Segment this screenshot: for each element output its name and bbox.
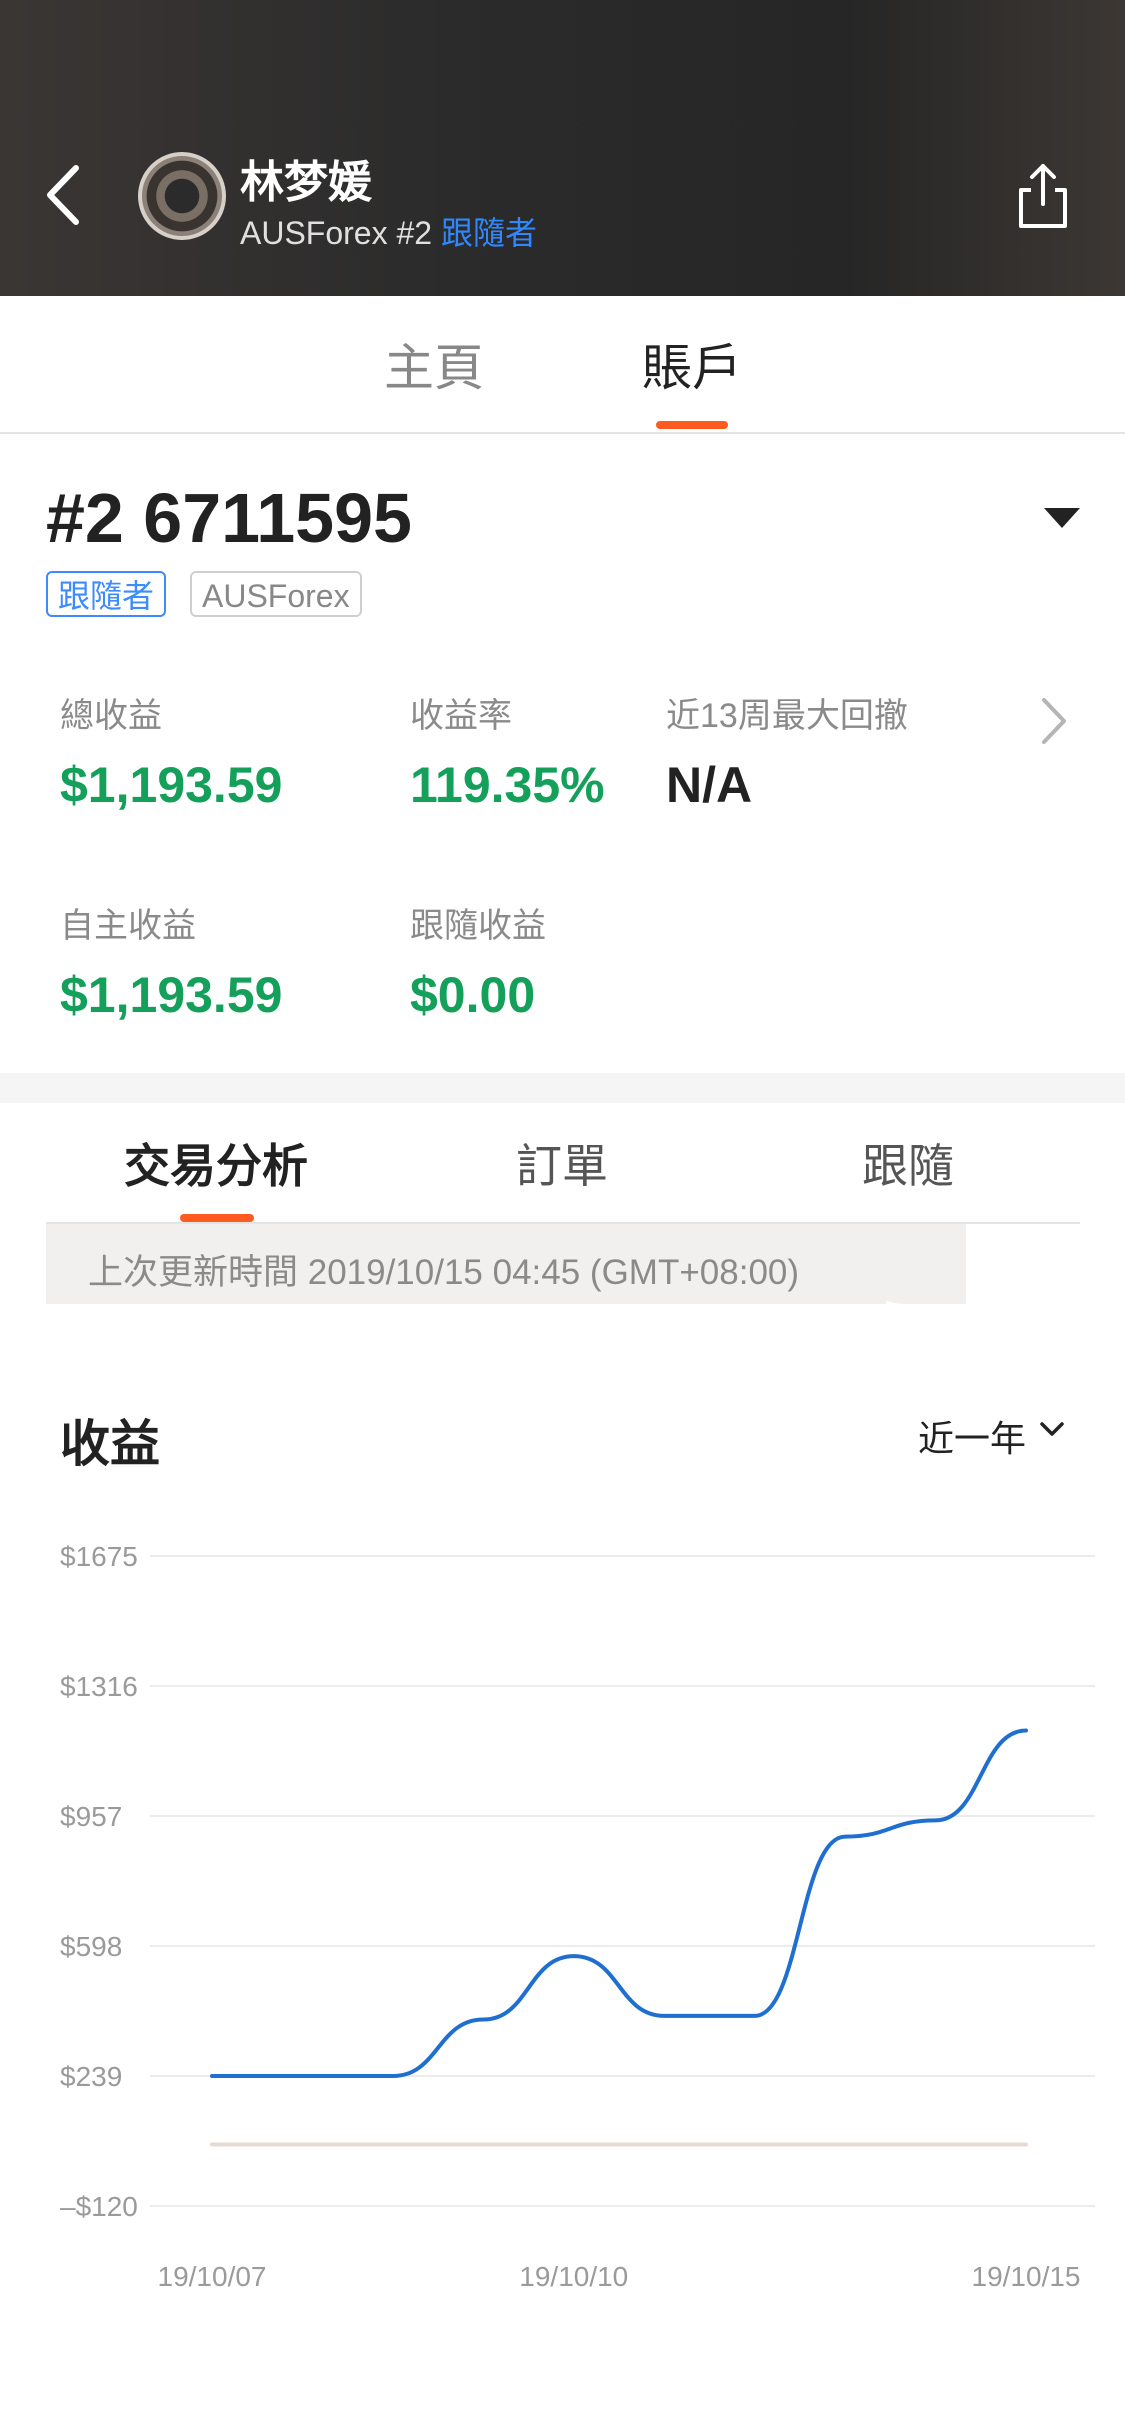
section-divider: [0, 1073, 1125, 1103]
broker-name: AUSForex: [240, 215, 388, 251]
user-name: 林梦媛: [240, 158, 372, 207]
follow-profit-label: 跟隨收益: [410, 907, 546, 945]
total-profit-label: 總收益: [60, 697, 162, 735]
account-title: #2 6711595: [46, 479, 412, 557]
y-tick-label: $239: [60, 2061, 122, 2092]
share-icon[interactable]: [1015, 160, 1071, 232]
main-tab-bar: 主頁 賬戶: [0, 296, 1125, 434]
x-tick-label: 19/10/07: [158, 2261, 267, 2292]
chevron-down-icon[interactable]: [1038, 1420, 1066, 1440]
self-profit-value: $1,193.59: [60, 967, 283, 1023]
tab-trade-analysis[interactable]: 交易分析: [124, 1130, 308, 1196]
tab-orders[interactable]: 訂單: [516, 1130, 608, 1196]
return-rate-value: 119.35%: [410, 757, 605, 813]
follow-profit-value: $0.00: [410, 967, 536, 1023]
max-drawdown-label: 近13周最大回撤: [666, 697, 908, 735]
y-tick-label: $598: [60, 1931, 122, 1962]
broker-tag: AUSForex: [190, 571, 362, 617]
y-tick-label: $1316: [60, 1671, 138, 1702]
y-tick-label: $957: [60, 1801, 122, 1832]
profit-line-chart: $1675 $1316 $957 $598 $239 –$120 19/10/07 19/10…: [60, 1541, 1095, 2292]
role-tag: 跟隨者: [46, 571, 167, 617]
account-dropdown-icon[interactable]: [1044, 508, 1080, 528]
update-time-text: 上次更新時間 2019/10/15 04:45 (GMT+08:00): [88, 1253, 800, 1292]
tab-follow[interactable]: 跟隨: [862, 1130, 954, 1196]
return-rate-label: 收益率: [410, 697, 512, 735]
profile-header: 林梦媛 AUSForex #2 跟隨者: [0, 0, 1125, 296]
total-profit-value: $1,193.59: [60, 757, 283, 813]
role-label: 跟隨者: [440, 215, 537, 251]
active-subtab-indicator: [180, 1214, 254, 1222]
tab-home[interactable]: 主頁: [384, 328, 484, 400]
self-profit-label: 自主收益: [60, 907, 196, 945]
avatar[interactable]: [138, 152, 226, 240]
chart-title: 收益: [60, 1416, 160, 1472]
x-tick-label: 19/10/15: [972, 2261, 1081, 2292]
period-select[interactable]: 近一年: [918, 1410, 1026, 1462]
tab-account[interactable]: 賬戶: [642, 328, 742, 400]
active-tab-indicator: [656, 421, 728, 429]
back-arrow-icon[interactable]: [40, 160, 90, 230]
x-tick-label: 19/10/10: [519, 2261, 628, 2292]
account-index: #2: [396, 215, 433, 251]
chevron-right-icon[interactable]: [1040, 696, 1068, 746]
user-subtitle: AUSForex #2 跟隨者: [240, 208, 537, 254]
max-drawdown-value: N/A: [666, 757, 753, 813]
profit-series-line: [210, 1728, 1028, 2078]
y-tick-label: –$120: [60, 2191, 138, 2222]
y-tick-label: $1675: [60, 1541, 138, 1572]
